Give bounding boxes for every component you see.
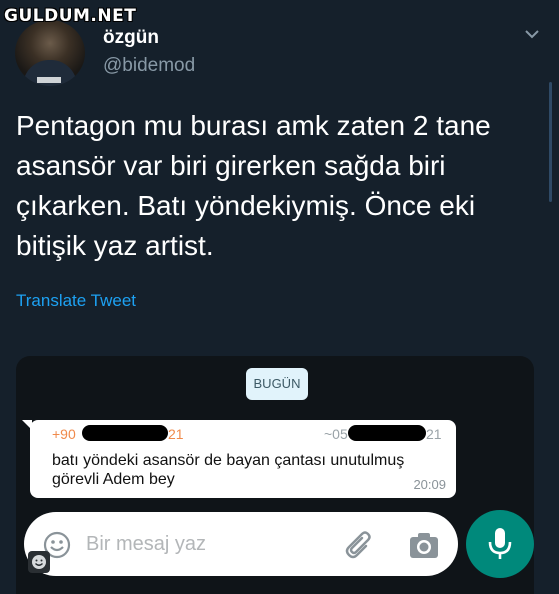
- chevron-down-icon[interactable]: [524, 26, 540, 42]
- tweet-text: Pentagon mu burası amk zaten 2 tane asan…: [16, 106, 546, 266]
- user-handle[interactable]: @bidemod: [103, 55, 195, 77]
- user-name[interactable]: özgün: [103, 27, 159, 49]
- sender-alias: ~05: [324, 426, 348, 442]
- tweet-line: asansör var biri girerken sağda biri: [16, 150, 446, 181]
- message-time: 20:09: [413, 477, 446, 492]
- message-text: batı yöndeki asansör de bayan çantası un…: [52, 451, 442, 489]
- sender-number: +90: [52, 426, 76, 442]
- tweet-line: çıkarken. Batı yöndekiymiş. Önce eki: [16, 190, 476, 221]
- date-chip: BUGÜN: [246, 368, 308, 400]
- message-placeholder[interactable]: Bir mesaj yaz: [86, 533, 206, 556]
- avatar[interactable]: [15, 20, 85, 86]
- chat-screenshot: BUGÜN +90 21 ~05 21 batı yöndeki asansör…: [16, 356, 534, 594]
- sender-number-tail: 21: [168, 426, 184, 442]
- sticker-icon[interactable]: [28, 551, 50, 573]
- camera-icon[interactable]: [408, 530, 440, 560]
- message-input[interactable]: Bir mesaj yaz: [24, 512, 458, 576]
- avatar-badge: [37, 77, 61, 83]
- microphone-button[interactable]: [466, 510, 534, 578]
- paperclip-icon[interactable]: [344, 528, 376, 560]
- watermark: GULDUM.NET: [4, 6, 137, 26]
- translate-tweet-link[interactable]: Translate Tweet: [16, 291, 136, 311]
- message-line: batı yöndeki asansör de bayan çantası un…: [52, 452, 405, 469]
- tweet-line: bitişik yaz artist.: [16, 230, 214, 261]
- tweet-line: Pentagon mu burası amk zaten 2 tane: [16, 110, 491, 141]
- message-bubble: +90 21 ~05 21 batı yöndeki asansör de ba…: [22, 420, 456, 498]
- message-line: görevli Adem bey: [52, 471, 175, 488]
- microphone-icon: [488, 528, 512, 559]
- redaction-bar: [82, 425, 168, 441]
- sender-alias-tail: 21: [426, 426, 442, 442]
- redaction-bar: [348, 425, 426, 441]
- scrollbar[interactable]: [549, 82, 552, 202]
